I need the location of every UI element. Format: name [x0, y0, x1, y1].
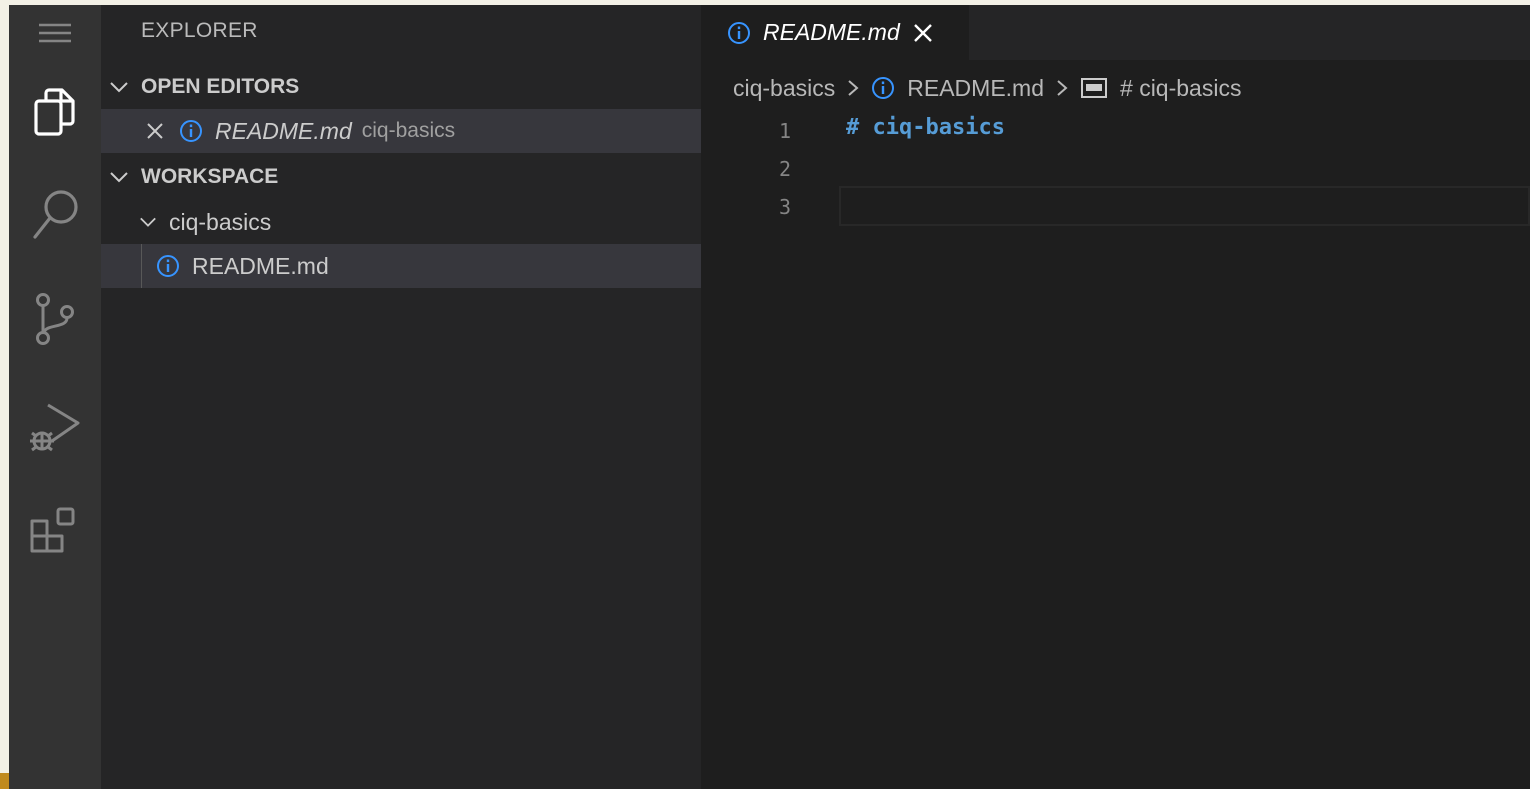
breadcrumb: ciq-basics README.md # ciq-basics [733, 71, 1241, 105]
explorer-sidebar: EXPLORER OPEN EDITORS README.md ciq-basi… [101, 5, 701, 789]
breadcrumb-folder[interactable]: ciq-basics [733, 75, 835, 102]
open-editors-header[interactable]: OPEN EDITORS [101, 65, 701, 109]
search-icon[interactable] [9, 175, 101, 255]
tab-readme[interactable]: README.md [701, 5, 969, 60]
code-line[interactable]: # ciq-basics [846, 115, 1005, 140]
tab-bar: README.md [701, 5, 1530, 60]
explorer-icon[interactable] [9, 73, 101, 153]
line-number: 2 [778, 157, 791, 181]
close-icon[interactable] [145, 121, 165, 141]
chevron-down-icon [110, 172, 128, 183]
editor-area: README.md ciq-basics README.md # ciq-bas… [701, 5, 1530, 789]
chevron-right-icon [848, 80, 859, 96]
chevron-down-icon [140, 217, 156, 227]
symbol-string-icon [1081, 78, 1108, 98]
open-editor-item[interactable]: README.md ciq-basics [101, 109, 701, 153]
tab-label: README.md [763, 19, 900, 45]
vscode-window: EXPLORER OPEN EDITORS README.md ciq-basi… [9, 5, 1530, 789]
info-icon [180, 120, 202, 142]
breadcrumb-symbol[interactable]: # ciq-basics [1120, 75, 1241, 102]
sidebar-title: EXPLORER [141, 19, 258, 42]
workspace-label: WORKSPACE [141, 165, 279, 188]
info-icon [728, 21, 750, 44]
indent-guide [141, 244, 142, 288]
extensions-icon[interactable] [9, 492, 101, 572]
info-icon [872, 77, 895, 99]
open-editor-folder: ciq-basics [361, 119, 456, 142]
info-icon [157, 255, 179, 277]
file-label: README.md [192, 252, 329, 279]
line-number: 3 [778, 195, 791, 219]
chevron-right-icon [1057, 80, 1068, 96]
folder-label: ciq-basics [169, 208, 272, 235]
activity-bar [9, 5, 101, 789]
folder-item[interactable]: ciq-basics [101, 200, 701, 244]
open-editors-label: OPEN EDITORS [141, 75, 300, 98]
source-control-icon[interactable] [9, 279, 101, 359]
menu-icon[interactable] [9, 5, 101, 60]
open-editor-filename: README.md [215, 117, 352, 144]
close-icon[interactable] [912, 22, 934, 44]
current-line-highlight[interactable] [839, 186, 1530, 226]
file-item[interactable]: README.md [101, 244, 701, 288]
line-number: 1 [778, 119, 791, 143]
breadcrumb-file[interactable]: README.md [907, 75, 1044, 102]
chevron-down-icon [110, 82, 128, 93]
workspace-header[interactable]: WORKSPACE [101, 155, 701, 199]
run-debug-icon[interactable] [9, 387, 101, 467]
